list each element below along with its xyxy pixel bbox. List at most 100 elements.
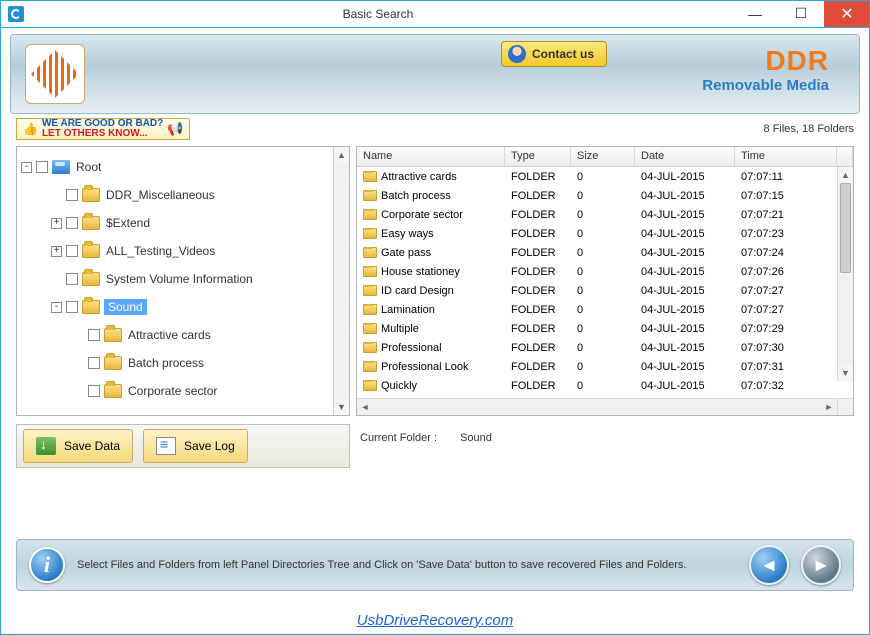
- scroll-thumb[interactable]: [840, 183, 851, 273]
- tree-item[interactable]: Attractive cards: [21, 321, 329, 349]
- checkbox[interactable]: [66, 273, 78, 285]
- collapse-icon[interactable]: -: [21, 162, 32, 173]
- list-item[interactable]: ID card DesignFOLDER004-JUL-201507:07:27: [357, 281, 853, 300]
- scroll-down-icon[interactable]: ▼: [334, 399, 349, 415]
- checkbox[interactable]: [88, 357, 100, 369]
- file-size: 0: [571, 342, 635, 354]
- tree-item[interactable]: +ALL_Testing_Videos: [21, 237, 329, 265]
- minimize-button[interactable]: —: [732, 0, 778, 27]
- list-item[interactable]: Easy waysFOLDER004-JUL-201507:07:23: [357, 224, 853, 243]
- brand: DDR Removable Media: [702, 45, 829, 94]
- list-item[interactable]: Professional LookFOLDER004-JUL-201507:07…: [357, 357, 853, 376]
- list-item[interactable]: ProfessionalFOLDER004-JUL-201507:07:30: [357, 338, 853, 357]
- col-date[interactable]: Date: [635, 147, 735, 166]
- col-time[interactable]: Time: [735, 147, 837, 166]
- expand-icon[interactable]: +: [51, 218, 62, 229]
- checkbox[interactable]: [66, 301, 78, 313]
- save-data-button[interactable]: Save Data: [23, 429, 133, 463]
- prev-button[interactable]: ◄: [749, 545, 789, 585]
- list-item[interactable]: Gate passFOLDER004-JUL-201507:07:24: [357, 243, 853, 262]
- file-time: 07:07:30: [735, 342, 853, 354]
- list-horizontal-scrollbar[interactable]: ◄ ►: [357, 398, 853, 415]
- list-item[interactable]: MultipleFOLDER004-JUL-201507:07:29: [357, 319, 853, 338]
- folder-icon: [363, 342, 377, 353]
- folder-icon: [104, 328, 122, 342]
- tree-spacer: [51, 274, 62, 285]
- file-time: 07:07:27: [735, 285, 853, 297]
- tree-scrollbar[interactable]: ▲ ▼: [333, 147, 349, 415]
- checkbox[interactable]: [88, 385, 100, 397]
- scroll-left-icon[interactable]: ◄: [357, 399, 373, 415]
- file-name: ID card Design: [381, 285, 454, 297]
- scroll-down-icon[interactable]: ▼: [838, 365, 853, 381]
- file-name: Professional: [381, 342, 442, 354]
- maximize-button[interactable]: ☐: [778, 0, 824, 27]
- folder-icon: [82, 300, 100, 314]
- checkbox[interactable]: [88, 329, 100, 341]
- col-type[interactable]: Type: [505, 147, 571, 166]
- file-name: Batch process: [381, 190, 451, 202]
- file-date: 04-JUL-2015: [635, 209, 735, 221]
- scroll-right-icon[interactable]: ►: [821, 399, 837, 415]
- app-logo: [25, 44, 85, 104]
- rating-button[interactable]: 👍 WE ARE GOOD OR BAD? LET OTHERS KNOW...…: [16, 118, 190, 140]
- tree-label: Root: [74, 159, 103, 175]
- expand-icon[interactable]: +: [51, 246, 62, 257]
- collapse-icon[interactable]: -: [51, 302, 62, 313]
- file-type: FOLDER: [505, 361, 571, 373]
- info-icon: i: [29, 547, 65, 583]
- list-item[interactable]: House stationeyFOLDER004-JUL-201507:07:2…: [357, 262, 853, 281]
- file-type: FOLDER: [505, 266, 571, 278]
- checkbox[interactable]: [36, 161, 48, 173]
- file-time: 07:07:15: [735, 190, 853, 202]
- tree-item[interactable]: -Sound: [21, 293, 329, 321]
- file-type: FOLDER: [505, 342, 571, 354]
- file-size: 0: [571, 380, 635, 392]
- checkbox[interactable]: [66, 217, 78, 229]
- file-size: 0: [571, 209, 635, 221]
- file-size: 0: [571, 304, 635, 316]
- tree-label: $Extend: [104, 215, 152, 231]
- list-item[interactable]: Attractive cardsFOLDER004-JUL-201507:07:…: [357, 167, 853, 186]
- list-item[interactable]: Batch processFOLDER004-JUL-201507:07:15: [357, 186, 853, 205]
- list-item[interactable]: LaminationFOLDER004-JUL-201507:07:27: [357, 300, 853, 319]
- folder-icon: [82, 244, 100, 258]
- scroll-up-icon[interactable]: ▲: [334, 147, 349, 163]
- list-item[interactable]: QuicklyFOLDER004-JUL-201507:07:32: [357, 376, 853, 395]
- file-date: 04-JUL-2015: [635, 266, 735, 278]
- app-icon: [8, 6, 24, 22]
- tree-item[interactable]: System Volume Information: [21, 265, 329, 293]
- folder-icon: [363, 266, 377, 277]
- file-date: 04-JUL-2015: [635, 171, 735, 183]
- col-size[interactable]: Size: [571, 147, 635, 166]
- tree-item[interactable]: Corporate sector: [21, 377, 329, 405]
- checkbox[interactable]: [66, 245, 78, 257]
- contact-us-button[interactable]: Contact us: [501, 41, 607, 67]
- rating-line2: LET OTHERS KNOW...: [42, 129, 163, 139]
- file-date: 04-JUL-2015: [635, 361, 735, 373]
- file-date: 04-JUL-2015: [635, 380, 735, 392]
- list-vertical-scrollbar[interactable]: ▲ ▼: [837, 167, 853, 381]
- footer-link[interactable]: UsbDriveRecovery.com: [0, 612, 870, 629]
- directory-tree[interactable]: - Root DDR_Miscellaneous + $Extend +ALL_Testi…: [16, 146, 350, 416]
- file-size: 0: [571, 323, 635, 335]
- close-button[interactable]: ✕: [824, 0, 870, 27]
- tree-root[interactable]: - Root: [21, 153, 329, 181]
- folder-icon: [363, 171, 377, 182]
- tree-item[interactable]: DDR_Miscellaneous: [21, 181, 329, 209]
- next-button[interactable]: ►: [801, 545, 841, 585]
- file-size: 0: [571, 228, 635, 240]
- tree-item[interactable]: + $Extend: [21, 209, 329, 237]
- scroll-up-icon[interactable]: ▲: [838, 167, 853, 183]
- save-log-button[interactable]: Save Log: [143, 429, 248, 463]
- save-button-row: Save Data Save Log: [16, 424, 350, 468]
- list-header[interactable]: Name Type Size Date Time: [357, 147, 853, 167]
- col-name[interactable]: Name: [357, 147, 505, 166]
- checkbox[interactable]: [66, 189, 78, 201]
- folder-icon: [363, 323, 377, 334]
- list-item[interactable]: Corporate sectorFOLDER004-JUL-201507:07:…: [357, 205, 853, 224]
- tree-label: Attractive cards: [126, 327, 213, 343]
- file-list[interactable]: Name Type Size Date Time Attractive card…: [356, 146, 854, 416]
- tree-item[interactable]: Batch process: [21, 349, 329, 377]
- file-name: Easy ways: [381, 228, 434, 240]
